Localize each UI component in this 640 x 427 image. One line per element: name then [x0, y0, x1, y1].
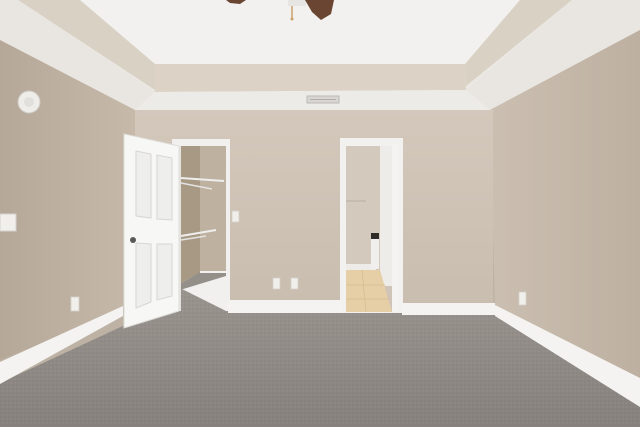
- outlet-right-wall: [518, 291, 527, 306]
- outlet-left-wall: [70, 296, 80, 312]
- tray-ceiling: [80, 0, 520, 64]
- open-closet-door: [123, 133, 181, 329]
- bedroom-photo: [0, 0, 640, 427]
- outlet-back-wall-2: [290, 277, 299, 290]
- smoke-detector: [17, 90, 41, 114]
- bathroom-doorway: [340, 138, 403, 313]
- door-knob: [130, 237, 136, 243]
- light-switch: [0, 213, 17, 232]
- switch-back-wall: [231, 210, 240, 223]
- outlet-back-wall-1: [272, 277, 281, 290]
